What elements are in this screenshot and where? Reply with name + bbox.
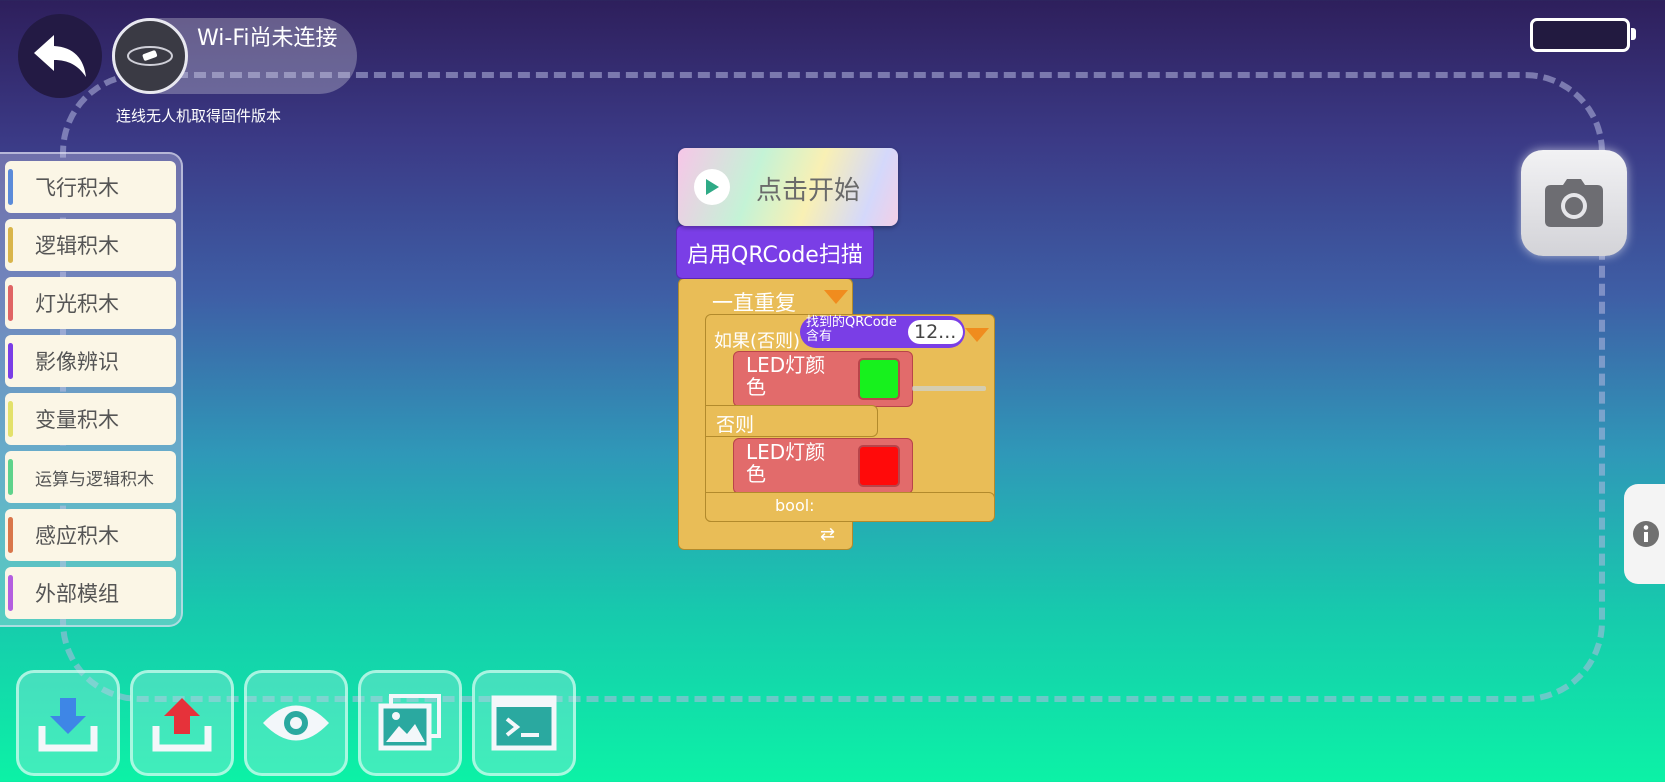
led-color-block-1[interactable]: LED灯颜色 bbox=[733, 351, 913, 407]
category-vision[interactable]: 影像辨识 bbox=[5, 335, 176, 387]
led-color-swatch-red[interactable] bbox=[858, 445, 900, 487]
terminal-icon bbox=[491, 695, 557, 751]
repeat-label: 一直重复 bbox=[712, 291, 796, 315]
category-color-bar bbox=[8, 459, 13, 495]
enable-qr-scan-block[interactable]: 启用QRCode扫描 bbox=[676, 225, 874, 279]
terminal-button[interactable] bbox=[472, 670, 576, 776]
download-icon bbox=[38, 698, 98, 752]
category-logic[interactable]: 逻辑积木 bbox=[5, 219, 176, 271]
enable-qr-scan-label: 启用QRCode扫描 bbox=[687, 243, 863, 268]
category-label: 飞行积木 bbox=[35, 176, 119, 200]
repeat-dropdown-icon[interactable] bbox=[824, 290, 848, 304]
category-color-bar bbox=[8, 227, 13, 263]
category-external[interactable]: 外部模组 bbox=[5, 567, 176, 619]
battery-tip bbox=[1631, 28, 1636, 40]
gallery-button[interactable] bbox=[358, 670, 462, 776]
back-arrow-icon bbox=[34, 35, 86, 77]
preview-button[interactable] bbox=[244, 670, 348, 776]
wifi-status-text: Wi-Fi尚未连接 bbox=[197, 26, 338, 51]
category-sensor[interactable]: 感应积木 bbox=[5, 509, 176, 561]
camera-icon bbox=[1545, 179, 1603, 227]
category-label: 变量积木 bbox=[35, 408, 119, 432]
qr-condition-line1: 找到的QRCode bbox=[806, 315, 897, 330]
category-color-bar bbox=[8, 285, 13, 321]
if-dropdown-icon[interactable] bbox=[965, 328, 989, 342]
category-flight[interactable]: 飞行积木 bbox=[5, 161, 176, 213]
bool-bar bbox=[705, 492, 995, 522]
category-label: 感应积木 bbox=[35, 524, 119, 548]
camera-button[interactable] bbox=[1521, 150, 1627, 256]
category-variable[interactable]: 变量积木 bbox=[5, 393, 176, 445]
back-button[interactable] bbox=[18, 14, 102, 98]
category-light[interactable]: 灯光积木 bbox=[5, 277, 176, 329]
led-color-swatch-green[interactable] bbox=[858, 358, 900, 400]
category-color-bar bbox=[8, 343, 13, 379]
play-icon bbox=[694, 169, 730, 205]
category-color-bar bbox=[8, 517, 13, 553]
led-color-label: LED灯颜色 bbox=[746, 353, 826, 399]
drone-icon bbox=[112, 18, 188, 94]
start-label: 点击开始 bbox=[756, 176, 861, 206]
led-color-label: LED灯颜色 bbox=[746, 440, 826, 486]
image-icon bbox=[378, 694, 441, 751]
category-label: 逻辑积木 bbox=[35, 234, 119, 258]
category-label: 影像辨识 bbox=[35, 350, 119, 374]
info-icon bbox=[1633, 521, 1659, 547]
bool-label: bool: bbox=[775, 496, 815, 515]
firmware-hint: 连线无人机取得固件版本 bbox=[116, 107, 282, 125]
category-color-bar bbox=[8, 169, 13, 205]
category-operators[interactable]: 运算与逻辑积木 bbox=[5, 451, 176, 503]
if-else-label: 如果(否则) bbox=[714, 331, 801, 352]
qr-value-field[interactable]: 12... bbox=[908, 320, 963, 344]
category-color-bar bbox=[8, 401, 13, 437]
qr-condition-line2: 含有 bbox=[806, 329, 833, 344]
upload-icon bbox=[152, 698, 212, 752]
eye-icon bbox=[263, 705, 329, 741]
category-label: 外部模组 bbox=[35, 582, 119, 606]
category-color-bar bbox=[8, 575, 13, 611]
info-tab[interactable] bbox=[1624, 484, 1665, 584]
led-color-block-2[interactable]: LED灯颜色 bbox=[733, 438, 913, 494]
start-block[interactable]: 点击开始 bbox=[678, 148, 898, 226]
loop-icon: ⇄ bbox=[820, 524, 836, 545]
download-button[interactable] bbox=[16, 670, 120, 776]
connector-line bbox=[912, 386, 986, 391]
else-label: 否则 bbox=[716, 414, 755, 436]
block-category-sidebar: 飞行积木 逻辑积木 灯光积木 影像辨识 变量积木 运算与逻辑积木 感应积木 外部… bbox=[0, 152, 183, 627]
category-label: 运算与逻辑积木 bbox=[35, 469, 154, 490]
category-label: 灯光积木 bbox=[35, 292, 119, 316]
battery-indicator bbox=[1530, 18, 1630, 52]
upload-button[interactable] bbox=[130, 670, 234, 776]
qr-condition-label: 找到的QRCode 含有 bbox=[806, 316, 906, 344]
